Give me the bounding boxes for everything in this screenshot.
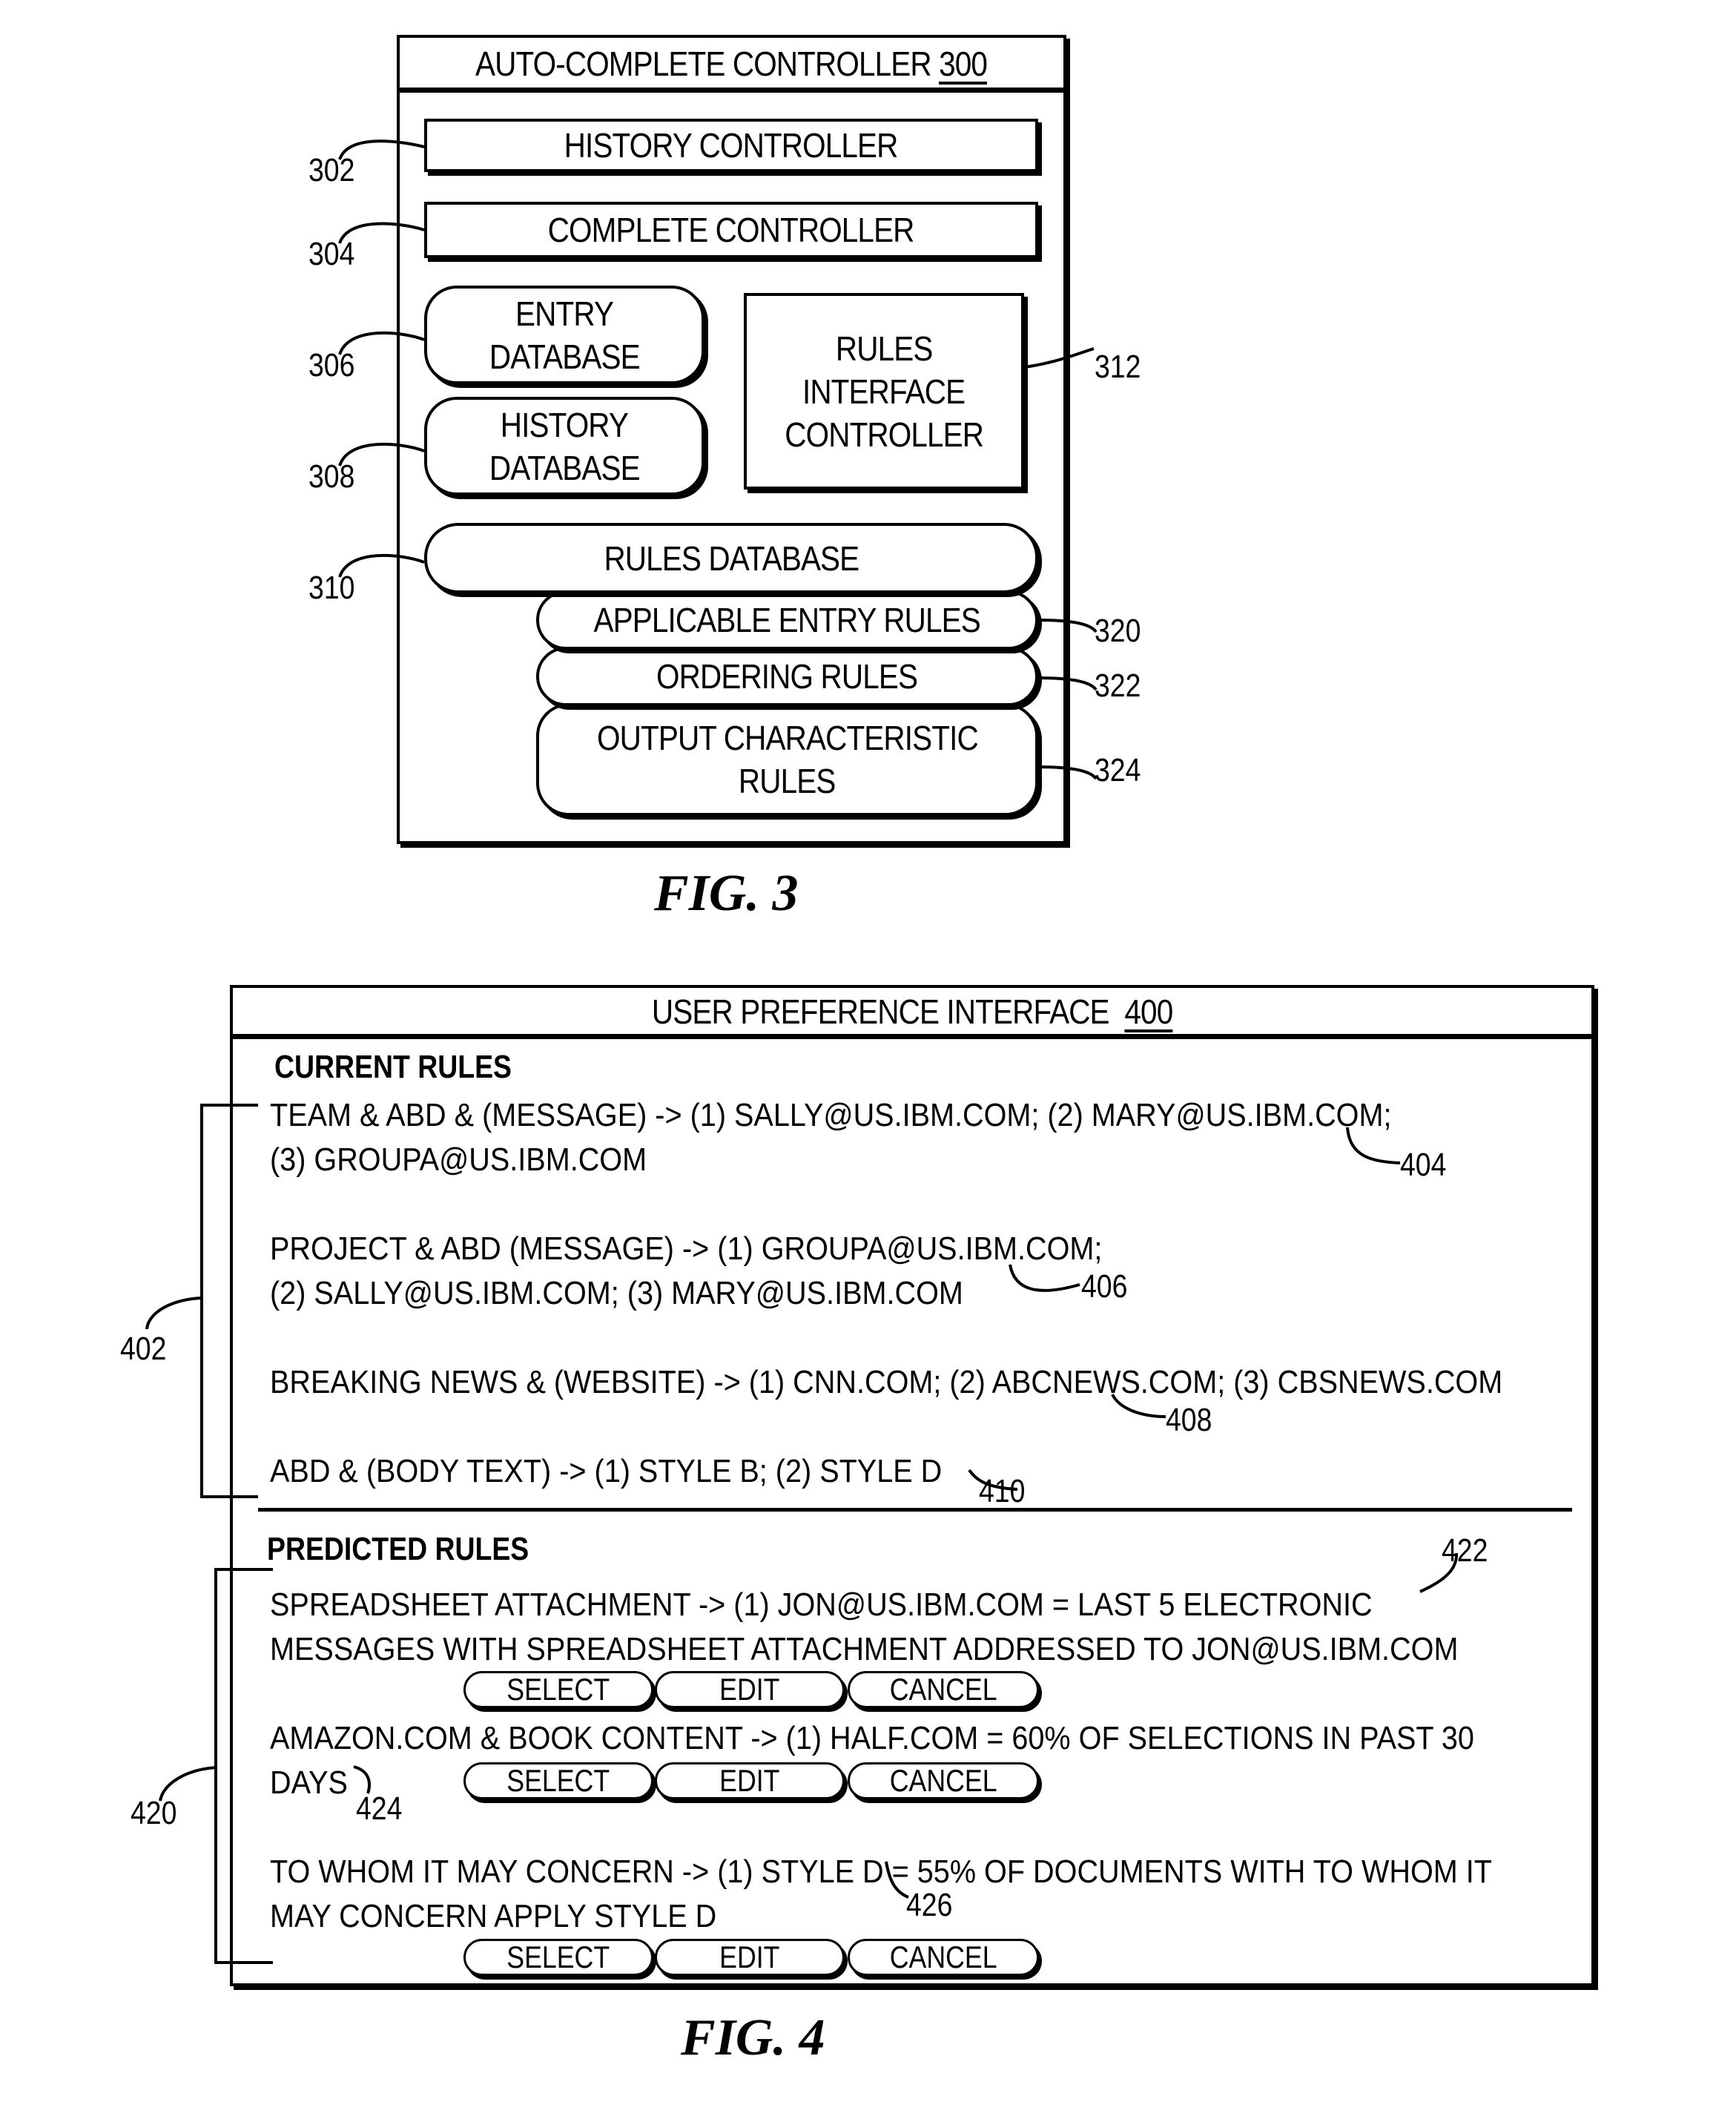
predicted-rule-3-edit-button[interactable]: EDIT (655, 1939, 845, 1976)
applicable-entry-rules-box: APPLICABLE ENTRY RULES (536, 590, 1038, 650)
section-divider (258, 1508, 1572, 1512)
ref-424: 424 (356, 1790, 403, 1827)
history-database-label-2: DATABASE (489, 448, 641, 487)
rules-interface-label-2: INTERFACE (802, 372, 966, 411)
fig4-caption: FIG. 4 (681, 2009, 825, 2066)
entry-database-label-1: ENTRY (515, 294, 614, 333)
applicable-entry-rules-label: APPLICABLE ENTRY RULES (593, 601, 981, 639)
ref-322: 322 (1095, 668, 1141, 704)
predicted-rule-2-edit-button[interactable]: EDIT (655, 1762, 845, 1799)
leader-402 (145, 1296, 202, 1330)
rules-database-box: RULES DATABASE (424, 523, 1038, 593)
predicted-rule-1-edit-button[interactable]: EDIT (655, 1671, 845, 1708)
complete-controller-box: COMPLETE CONTROLLER (424, 202, 1038, 258)
predicted-rules-heading: PREDICTED RULES (267, 1531, 529, 1567)
predicted-rule-1-line-1: SPREADSHEET ATTACHMENT -> (1) JON@US.IBM… (270, 1586, 1373, 1623)
complete-controller-label: COMPLETE CONTROLLER (548, 211, 915, 249)
ordering-rules-label: ORDERING RULES (656, 657, 918, 696)
predicted-rule-3-line-1: TO WHOM IT MAY CONCERN -> (1) STYLE D = … (270, 1854, 1492, 1890)
ref-422: 422 (1442, 1532, 1488, 1569)
current-rules-heading: CURRENT RULES (274, 1049, 512, 1085)
ref-406: 406 (1081, 1268, 1128, 1305)
ref-420: 420 (131, 1795, 177, 1831)
ordering-rules-box: ORDERING RULES (536, 647, 1038, 706)
title-divider (400, 88, 1063, 93)
ref-324: 324 (1095, 752, 1141, 788)
current-rule-1-line-2: (3) GROUPA@US.IBM.COM (270, 1141, 647, 1178)
entry-database-label-2: DATABASE (489, 337, 641, 376)
output-characteristic-label-2: RULES (739, 762, 836, 800)
history-controller-box: HISTORY CONTROLLER (424, 119, 1038, 172)
entry-database-box: ENTRY DATABASE (424, 286, 704, 384)
current-rule-4-line-1: ABD & (BODY TEXT) -> (1) STYLE B; (2) ST… (270, 1453, 943, 1489)
ref-304: 304 (308, 236, 355, 272)
rules-interface-controller-box: RULES INTERFACE CONTROLLER (744, 293, 1024, 490)
predicted-rule-3-cancel-button[interactable]: CANCEL (848, 1939, 1039, 1976)
fig3-caption: FIG. 3 (654, 865, 799, 922)
history-database-box: HISTORY DATABASE (424, 397, 704, 495)
ref-426: 426 (906, 1887, 953, 1923)
auto-complete-controller-title: AUTO-COMPLETE CONTROLLER 300 (400, 38, 1063, 90)
rules-database-label: RULES DATABASE (604, 538, 859, 578)
history-controller-label: HISTORY CONTROLLER (564, 126, 899, 165)
current-rule-3-line-1: BREAKING NEWS & (WEBSITE) -> (1) CNN.COM… (270, 1364, 1503, 1400)
output-characteristic-label-1: OUTPUT CHARACTERISTIC (596, 719, 979, 757)
container-ref: 300 (939, 45, 989, 83)
rules-interface-label-3: CONTROLLER (785, 415, 984, 454)
window-title-divider (233, 1034, 1591, 1039)
window-ref: 400 (1124, 992, 1173, 1031)
predicted-rule-3-line-2: MAY CONCERN APPLY STYLE D (270, 1898, 717, 1934)
predicted-rule-1-cancel-button[interactable]: CANCEL (848, 1671, 1039, 1708)
ref-302: 302 (308, 152, 355, 188)
container-title-text: AUTO-COMPLETE CONTROLLER (475, 45, 933, 83)
predicted-rule-1-select-button[interactable]: SELECT (463, 1671, 653, 1708)
ref-402: 402 (120, 1331, 167, 1367)
predicted-rule-2-line-2: DAYS (270, 1765, 348, 1801)
ref-306: 306 (308, 347, 355, 383)
current-rule-2-line-2: (2) SALLY@US.IBM.COM; (3) MARY@US.IBM.CO… (270, 1275, 963, 1311)
output-characteristic-rules-box: OUTPUT CHARACTERISTIC RULES (536, 703, 1038, 816)
rules-interface-label-1: RULES (835, 329, 933, 368)
ref-410: 410 (979, 1473, 1026, 1509)
window-title-text: USER PREFERENCE INTERFACE (651, 992, 1110, 1031)
predicted-rule-3-select-button[interactable]: SELECT (463, 1939, 653, 1976)
ref-310: 310 (308, 570, 355, 606)
history-database-label-1: HISTORY (500, 405, 629, 444)
current-rule-1-line-1: TEAM & ABD & (MESSAGE) -> (1) SALLY@US.I… (270, 1097, 1392, 1133)
predicted-rule-2-cancel-button[interactable]: CANCEL (848, 1762, 1039, 1799)
ref-320: 320 (1095, 613, 1141, 649)
predicted-rule-1-line-2: MESSAGES WITH SPREADSHEET ATTACHMENT ADD… (270, 1631, 1459, 1667)
window-title-bar: USER PREFERENCE INTERFACE 400 (233, 988, 1591, 1035)
ref-408: 408 (1166, 1402, 1212, 1438)
predicted-rule-2-line-1: AMAZON.COM & BOOK CONTENT -> (1) HALF.CO… (270, 1720, 1474, 1756)
ref-312: 312 (1095, 349, 1141, 385)
ref-308: 308 (308, 458, 355, 495)
predicted-rule-2-select-button[interactable]: SELECT (463, 1762, 653, 1799)
current-rule-2-line-1: PROJECT & ABD (MESSAGE) -> (1) GROUPA@US… (270, 1230, 1103, 1267)
ref-404: 404 (1400, 1147, 1447, 1183)
